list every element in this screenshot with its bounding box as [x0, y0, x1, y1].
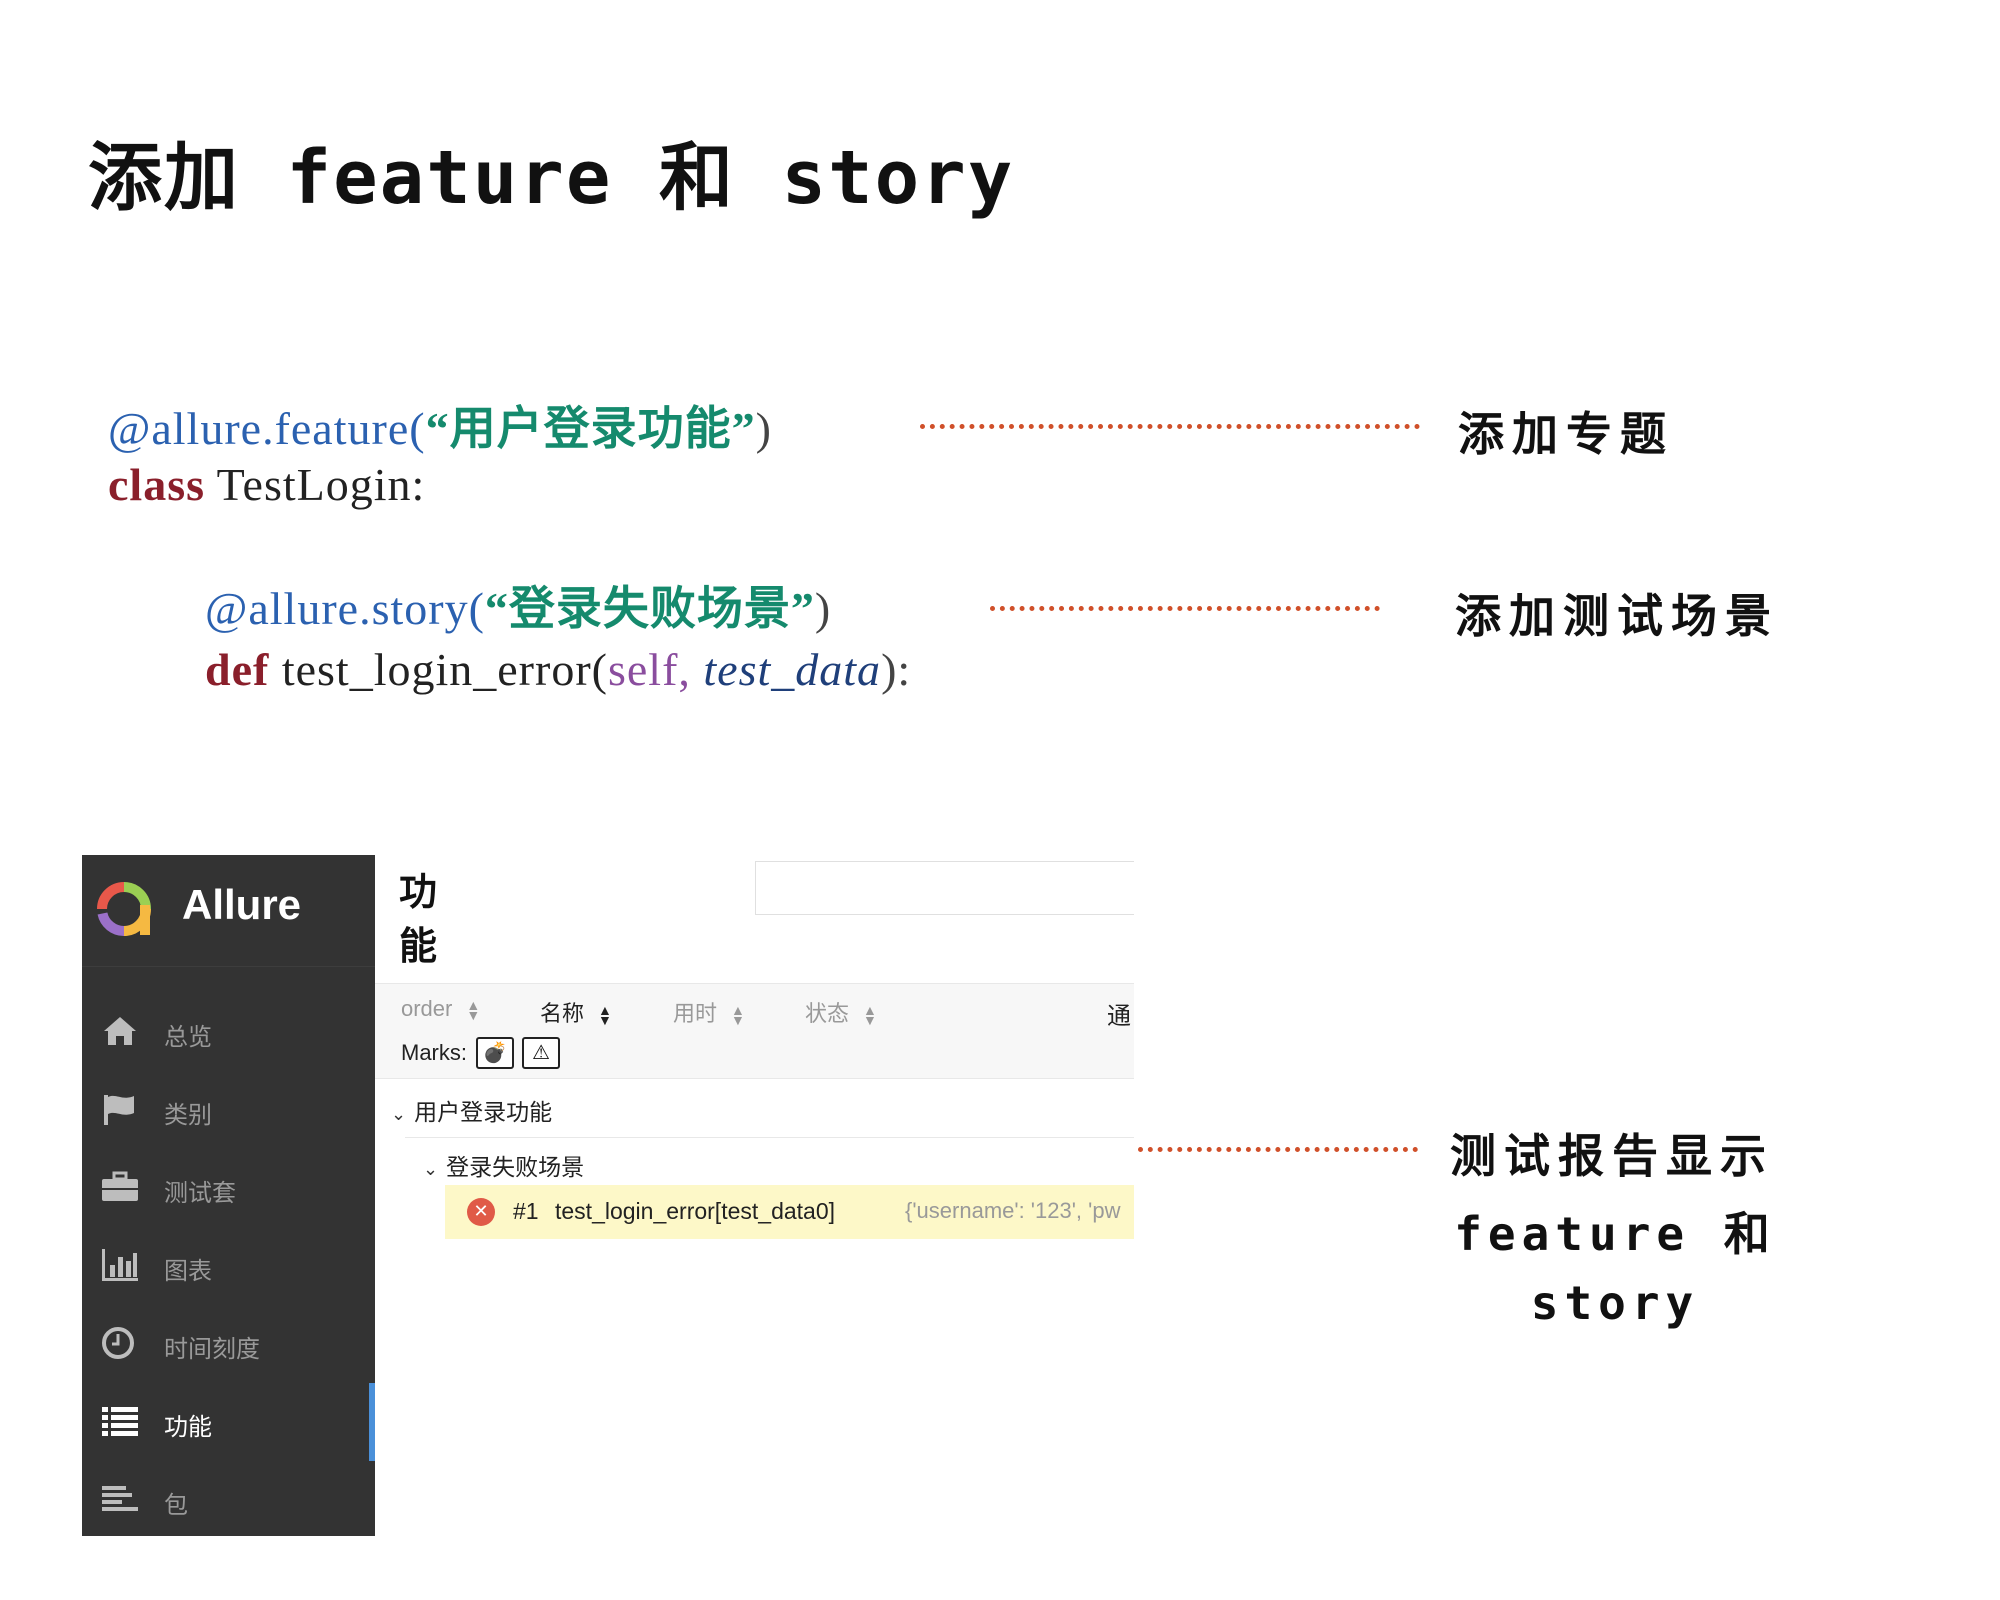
code-line-def: def test_login_error(self, test_data): — [205, 643, 911, 696]
tree-toolbar: order ▲ ▼ 名称 ▲ ▼ 用时 ▲ ▼ 状态 ▲ ▼ 通 Marks: 💣 ⚠ — [375, 983, 1134, 1079]
divider — [405, 1137, 1134, 1138]
nav-label: 时间刻度 — [164, 1335, 260, 1363]
allure-logo-icon — [97, 882, 151, 936]
code-func-name: test_login_error( — [269, 644, 608, 695]
report-note-line1: 测试报告显示 — [1450, 1129, 1774, 1183]
nav-item-packages[interactable]: 包 — [82, 1461, 375, 1536]
warning-icon: ⚠ — [532, 1040, 550, 1064]
brand[interactable]: Allure — [82, 855, 375, 967]
tree-story-node[interactable]: ⌄ 登录失败场景 — [423, 1148, 584, 1182]
case-number: #1 — [513, 1198, 539, 1224]
align-left-icon — [102, 1486, 138, 1511]
feature-dotted-line — [920, 424, 1420, 429]
code-line-class: class TestLogin: — [108, 458, 425, 511]
code-class-name: TestLogin: — [205, 459, 426, 510]
nav-label: 类别 — [164, 1101, 212, 1129]
sort-order[interactable]: order ▲ ▼ — [401, 996, 480, 1022]
tree-feature-node[interactable]: ⌄ 用户登录功能 — [391, 1093, 552, 1127]
test-case-row[interactable]: ✕ #1 test_login_error[test_data0] {'user… — [445, 1185, 1134, 1239]
sidebar: Allure 总览 类别 测试套 图表 时间刻度 功能 包 — [82, 855, 375, 1536]
nav-item-behaviors[interactable]: 功能 — [82, 1383, 375, 1461]
sort-arrows-icon: ▲ ▼ — [466, 997, 481, 1024]
case-name: test_login_error[test_data0] — [555, 1198, 836, 1224]
panel-title: 功能 — [399, 870, 438, 968]
sort-duration[interactable]: 用时 ▲ ▼ — [673, 996, 745, 1028]
search-input[interactable] — [755, 861, 1134, 915]
allure-report-screenshot: Allure 总览 类别 测试套 图表 时间刻度 功能 包 功能 order ▲… — [82, 855, 1134, 1536]
bomb-mark-toggle[interactable]: 💣 — [476, 1037, 514, 1069]
nav-label: 测试套 — [164, 1179, 236, 1207]
home-icon — [104, 1017, 136, 1045]
nav-label: 图表 — [164, 1257, 212, 1285]
failed-status-icon: ✕ — [467, 1198, 495, 1226]
status-filter-label[interactable]: 通 — [1107, 996, 1131, 1031]
case-params: {'username': '123', 'pw — [905, 1198, 1121, 1223]
feature-note: 添加专题 — [1458, 407, 1674, 461]
brand-name: Allure — [182, 881, 302, 928]
code-punctuation: ): — [881, 644, 912, 695]
bomb-icon: 💣 — [482, 1040, 508, 1064]
page-title: 添加 feature 和 story — [88, 135, 1015, 221]
chevron-down-icon: ⌄ — [391, 1104, 407, 1125]
code-punctuation: ) — [814, 583, 832, 634]
story-dotted-line — [990, 606, 1380, 611]
nav-item-categories[interactable]: 类别 — [82, 1071, 375, 1149]
marks-label: Marks: — [401, 1040, 467, 1065]
behaviors-panel: 功能 order ▲ ▼ 名称 ▲ ▼ 用时 ▲ ▼ 状态 ▲ ▼ 通 Marks: 💣 ⚠ ⌄… — [375, 855, 1134, 1536]
code-param: test_data — [690, 644, 882, 695]
code-keyword: def — [205, 644, 270, 695]
report-note-line2: feature 和 — [1454, 1207, 1776, 1261]
clock-icon — [102, 1327, 134, 1359]
sort-name[interactable]: 名称 ▲ ▼ — [540, 996, 612, 1028]
list-icon — [102, 1407, 138, 1436]
code-punctuation: ) — [755, 403, 772, 454]
nav-label: 功能 — [164, 1413, 212, 1441]
chevron-down-icon: ⌄ — [423, 1159, 439, 1180]
nav-label: 包 — [164, 1491, 188, 1519]
code-line-story: @allure.story(“登录失败场景”) — [205, 572, 831, 638]
nav-item-suites[interactable]: 测试套 — [82, 1149, 375, 1227]
report-dotted-line — [1138, 1147, 1418, 1152]
bar-chart-icon — [102, 1249, 138, 1281]
code-string: “用户登录功能” — [425, 403, 756, 454]
report-note-line3: story — [1530, 1276, 1700, 1330]
code-keyword: class — [108, 459, 205, 510]
nav-label: 总览 — [164, 1023, 212, 1051]
warning-mark-toggle[interactable]: ⚠ — [522, 1037, 560, 1069]
code-decorator: @allure.feature( — [108, 403, 426, 454]
story-note: 添加测试场景 — [1455, 589, 1779, 643]
briefcase-icon — [102, 1171, 138, 1201]
sort-arrows-icon: ▲ ▼ — [598, 1002, 612, 1029]
nav-item-timeline[interactable]: 时间刻度 — [82, 1305, 375, 1383]
sort-arrows-icon: ▲ ▼ — [863, 1002, 877, 1029]
sort-status[interactable]: 状态 ▲ ▼ — [805, 996, 877, 1028]
code-decorator: @allure.story( — [205, 583, 485, 634]
code-line-feature: @allure.feature(“用户登录功能”) — [108, 392, 772, 458]
code-self: self, — [607, 644, 691, 695]
flag-icon — [104, 1095, 134, 1125]
sort-arrows-icon: ▲ ▼ — [731, 1002, 745, 1029]
nav-item-overview[interactable]: 总览 — [82, 993, 375, 1071]
nav-item-graphs[interactable]: 图表 — [82, 1227, 375, 1305]
code-string: “登录失败场景” — [484, 583, 815, 634]
